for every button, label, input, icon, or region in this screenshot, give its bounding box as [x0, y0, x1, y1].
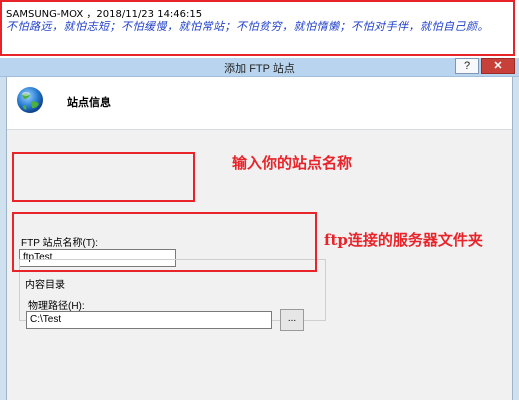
- dialog-title: 添加 FTP 站点: [224, 63, 295, 75]
- site-name-highlight: [12, 152, 195, 202]
- physical-path-highlight: [12, 212, 317, 272]
- site-name-callout: 输入你的站点名称: [232, 154, 353, 172]
- close-button[interactable]: ✕: [481, 58, 515, 74]
- physical-path-input[interactable]: C:\Test: [26, 311, 272, 329]
- wizard-header: 站点信息: [7, 77, 512, 127]
- help-button[interactable]: ?: [455, 58, 479, 74]
- path-callout: ftp连接的服务器文件夹: [324, 231, 483, 249]
- globe-icon: [17, 87, 43, 113]
- banner-meta: SAMSUNG-MOX ，2018/11/23 14:46:15: [6, 9, 203, 20]
- wizard-header-title: 站点信息: [67, 97, 111, 109]
- annotation-banner: SAMSUNG-MOX ，2018/11/23 14:46:15 不怕路远，就怕…: [0, 0, 515, 56]
- title-bar[interactable]: 添加 FTP 站点 ? ✕: [0, 58, 519, 77]
- browse-button[interactable]: ...: [280, 309, 304, 331]
- physical-path-label: 物理路径(H):: [28, 301, 85, 312]
- banner-quote: 不怕路远，就怕志短；不怕缓慢，就怕常站；不怕贫穷，就怕惰懒；不怕对手伴，就怕自己…: [6, 20, 489, 33]
